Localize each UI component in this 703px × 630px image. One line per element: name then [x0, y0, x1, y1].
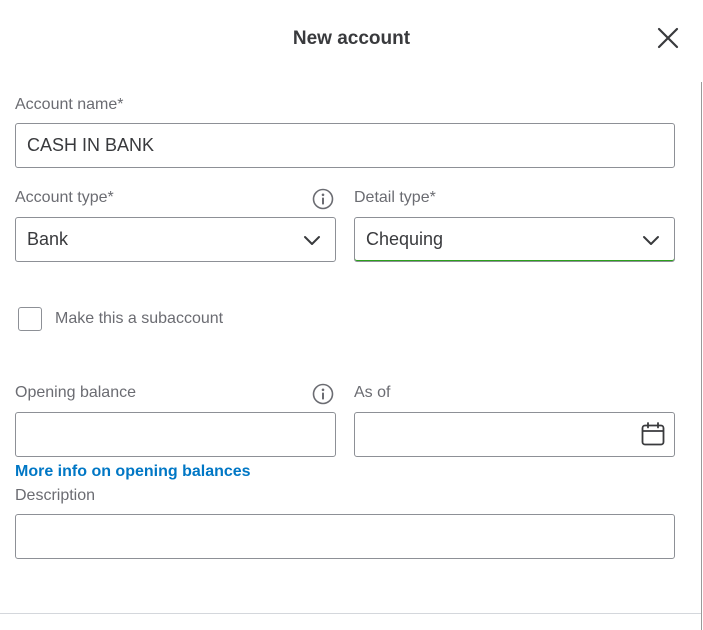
account-name-label: Account name*	[15, 96, 124, 113]
account-type-info-icon[interactable]	[312, 188, 334, 210]
detail-type-label: Detail type*	[354, 189, 436, 206]
opening-balance-label: Opening balance	[15, 384, 136, 401]
opening-balance-info-icon[interactable]	[312, 383, 334, 405]
opening-balance-info-link[interactable]: More info on opening balances	[15, 463, 251, 481]
description-label: Description	[15, 487, 96, 504]
subaccount-checkbox[interactable]	[18, 307, 42, 331]
account-type-label: Account type*	[15, 189, 114, 206]
as-of-label: As of	[354, 384, 391, 401]
account-type-value: Bank	[27, 229, 69, 249]
close-button[interactable]	[655, 25, 681, 51]
as-of-date-input[interactable]	[354, 412, 675, 457]
subaccount-label[interactable]: Make this a subaccount	[55, 310, 223, 328]
account-type-select[interactable]: Bank	[15, 217, 336, 262]
footer-divider	[0, 613, 701, 614]
detail-type-select[interactable]: Chequing	[354, 217, 675, 262]
chevron-down-icon	[304, 236, 320, 245]
description-input[interactable]	[15, 514, 675, 559]
dialog-title: New account	[292, 28, 411, 49]
opening-balance-input[interactable]	[15, 412, 336, 457]
scrollbar-edge	[701, 82, 702, 630]
account-name-input[interactable]: CASH IN BANK	[15, 123, 675, 168]
close-icon	[657, 27, 679, 49]
account-name-value: CASH IN BANK	[27, 135, 155, 155]
new-account-panel: New account Account name* CASH IN BANK A…	[0, 0, 703, 630]
calendar-icon[interactable]	[640, 421, 666, 447]
chevron-down-icon	[643, 236, 659, 245]
detail-type-value: Chequing	[366, 229, 444, 249]
